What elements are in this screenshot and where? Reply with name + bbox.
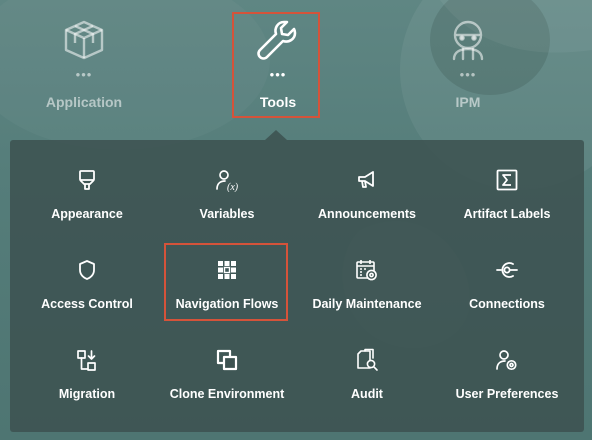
cube-icon: [57, 18, 111, 62]
card-announcements[interactable]: Announcements: [304, 162, 430, 240]
card-label: Migration: [58, 387, 116, 401]
card-access-control[interactable]: Access Control: [24, 252, 150, 330]
card-migration[interactable]: Migration: [24, 342, 150, 420]
svg-text:(x): (x): [227, 182, 239, 192]
card-variables[interactable]: (x) Variables: [164, 162, 290, 240]
card-navigation-flows[interactable]: Navigation Flows: [164, 243, 290, 330]
nav-label-application: Application: [45, 94, 123, 110]
user-gear-icon: [495, 348, 519, 372]
paint-brush-icon: [75, 168, 99, 192]
card-highlight-box: [164, 243, 288, 321]
card-label: Daily Maintenance: [312, 297, 422, 311]
card-label: Artifact Labels: [463, 207, 551, 221]
card-label: Variables: [199, 207, 255, 221]
top-navigation: ••• Application ••• Tools ••• IPM: [0, 0, 592, 130]
card-label: Appearance: [51, 207, 123, 221]
card-label: Announcements: [318, 207, 416, 221]
audit-icon: [355, 348, 379, 372]
card-audit[interactable]: Audit: [304, 342, 430, 420]
card-label: Connections: [469, 297, 545, 311]
plug-icon: [495, 258, 519, 282]
card-user-preferences[interactable]: User Preferences: [444, 342, 570, 420]
megaphone-icon: [355, 168, 379, 192]
robot-icon: [441, 18, 495, 62]
shield-icon: [75, 258, 99, 282]
card-label: Audit: [351, 387, 383, 401]
sigma-icon: [495, 168, 519, 192]
nav-highlight-box: [232, 12, 320, 118]
card-connections[interactable]: Connections: [444, 252, 570, 330]
nav-dots: •••: [75, 67, 93, 82]
tools-panel: Appearance (x) Variables Announcements A…: [10, 140, 584, 432]
card-daily-maintenance[interactable]: Daily Maintenance: [304, 252, 430, 330]
clone-icon: [215, 348, 239, 372]
card-appearance[interactable]: Appearance: [24, 162, 150, 240]
card-artifact-labels[interactable]: Artifact Labels: [444, 162, 570, 240]
card-clone-environment[interactable]: Clone Environment: [164, 342, 290, 420]
card-label: Access Control: [41, 297, 133, 311]
nav-label-ipm: IPM: [455, 94, 481, 110]
nav-item-application[interactable]: ••• Application: [38, 12, 130, 120]
person-variable-icon: (x): [215, 168, 239, 192]
nav-item-ipm[interactable]: ••• IPM: [422, 12, 514, 120]
card-label: Clone Environment: [169, 387, 285, 401]
panel-pointer: [265, 130, 287, 140]
nav-item-tools[interactable]: ••• Tools: [232, 12, 324, 120]
nav-dots: •••: [459, 67, 477, 82]
card-label: User Preferences: [455, 387, 559, 401]
calendar-gear-icon: [355, 258, 379, 282]
migration-icon: [75, 348, 99, 372]
